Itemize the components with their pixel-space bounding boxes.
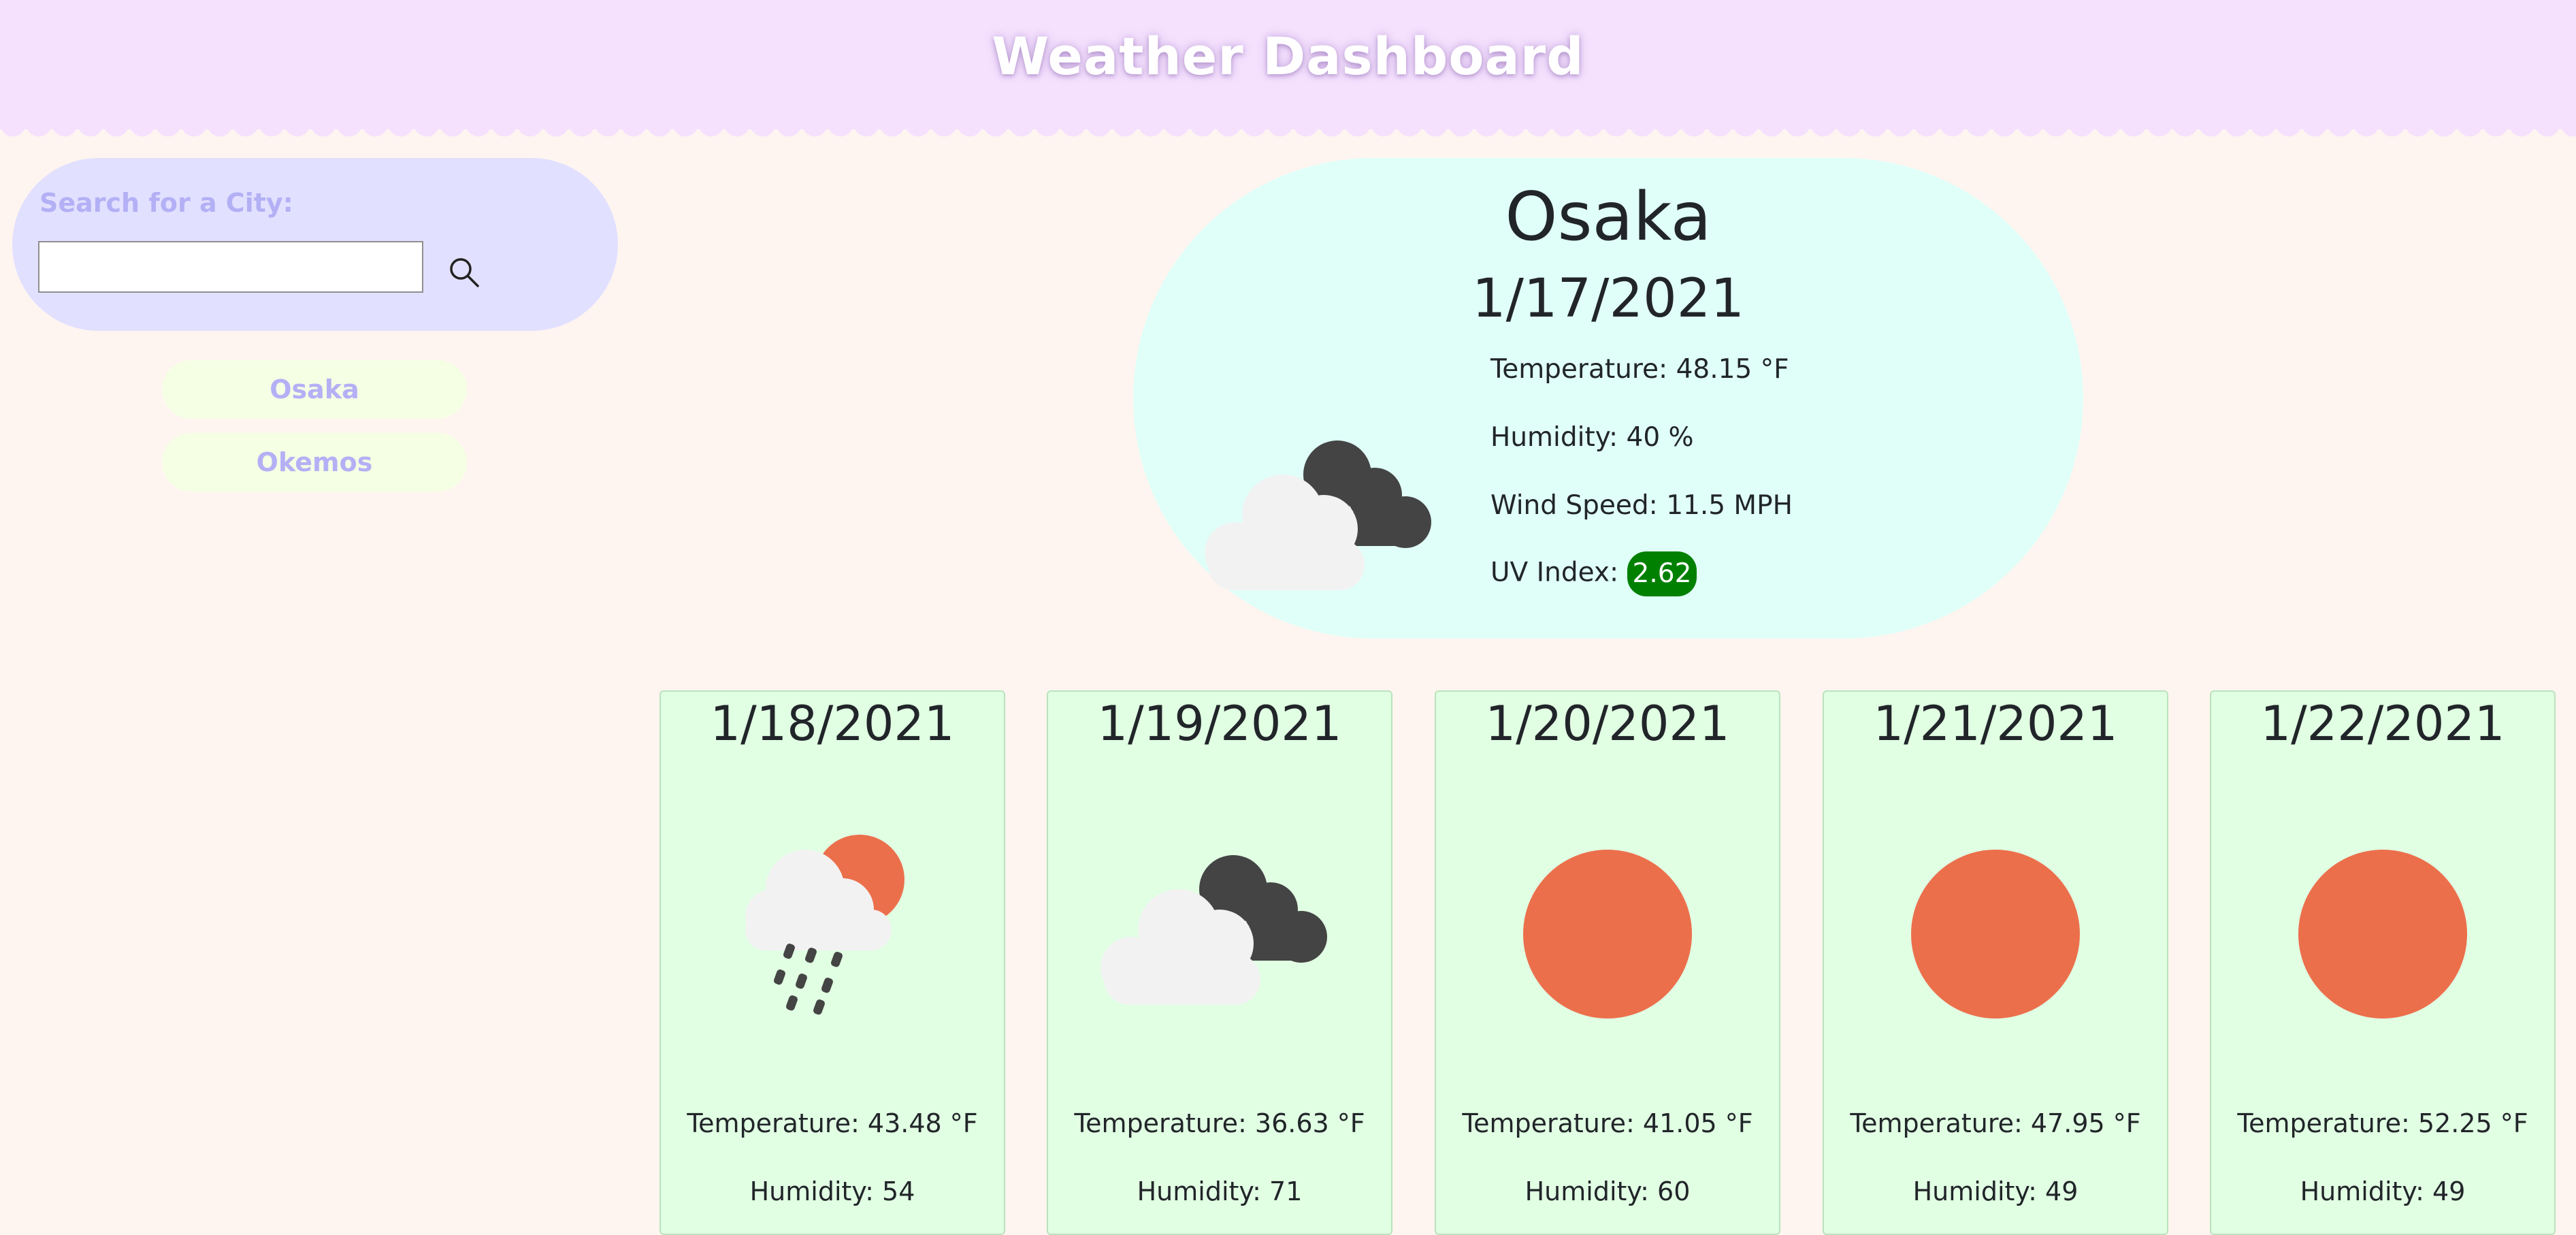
search-panel: Search for a City: (12, 158, 618, 331)
cloudy-icon (1048, 828, 1391, 1032)
forecast-humidity: Humidity: 71 (1137, 1176, 1303, 1206)
forecast-temperature: Temperature: 36.63 °F (1074, 1108, 1365, 1138)
forecast-card: 1/18/2021 Temperature: 43.48 °F Humidity… (659, 690, 1005, 1235)
page-header: Weather Dashboard (0, 0, 2576, 129)
current-weather-card: Osaka 1/17/2021 Temperature: 48.15 °F Hu… (1133, 158, 2083, 639)
forecast-card: 1/19/2021 Temperature: 36.63 °F Humidity… (1047, 690, 1392, 1235)
sun-icon (2211, 828, 2554, 1032)
forecast-date: 1/22/2021 (2260, 696, 2505, 752)
search-button[interactable] (448, 251, 491, 294)
search-icon (450, 258, 479, 287)
forecast-humidity: Humidity: 49 (2300, 1176, 2466, 1206)
current-wind-speed: Wind Speed: 11.5 MPH (1490, 490, 1793, 521)
uv-index-label: UV Index: (1490, 557, 1619, 588)
forecast-date: 1/19/2021 (1097, 696, 1342, 752)
sun-icon (1824, 828, 2167, 1032)
forecast-date: 1/20/2021 (1485, 696, 1730, 752)
current-humidity: Humidity: 40 % (1490, 422, 1694, 453)
current-date: 1/17/2021 (1472, 268, 1744, 330)
forecast-temperature: Temperature: 43.48 °F (687, 1108, 978, 1138)
forecast-temperature: Temperature: 47.95 °F (1850, 1108, 2141, 1138)
current-temperature: Temperature: 48.15 °F (1490, 354, 1789, 385)
history-city-button-okemos[interactable]: Okemos (162, 433, 467, 492)
search-label: Search for a City: (39, 188, 293, 218)
forecast-card: 1/22/2021 Temperature: 52.25 °F Humidity… (2210, 690, 2556, 1235)
forecast-date: 1/21/2021 (1873, 696, 2118, 752)
uv-index-badge: 2.62 (1627, 551, 1697, 596)
current-city-name: Osaka (1505, 178, 1712, 256)
forecast-card: 1/21/2021 Temperature: 47.95 °F Humidity… (1823, 690, 2168, 1235)
cloudy-icon (1201, 437, 1446, 596)
search-input[interactable] (38, 241, 423, 293)
history-city-button-osaka[interactable]: Osaka (162, 360, 467, 419)
forecast-humidity: Humidity: 54 (749, 1176, 915, 1206)
forecast-humidity: Humidity: 60 (1525, 1176, 1691, 1206)
forecast-card: 1/20/2021 Temperature: 41.05 °F Humidity… (1435, 690, 1780, 1235)
rain-sun-cloud-icon (661, 828, 1004, 1032)
current-uv-index: UV Index: 2.62 (1490, 551, 1697, 596)
forecast-temperature: Temperature: 41.05 °F (1462, 1108, 1753, 1138)
sun-icon (1436, 828, 1779, 1032)
forecast-temperature: Temperature: 52.25 °F (2237, 1108, 2528, 1138)
page-title: Weather Dashboard (992, 26, 1584, 86)
header-scallop-border (0, 124, 2576, 140)
forecast-date: 1/18/2021 (710, 696, 955, 752)
forecast-humidity: Humidity: 49 (1912, 1176, 2078, 1206)
